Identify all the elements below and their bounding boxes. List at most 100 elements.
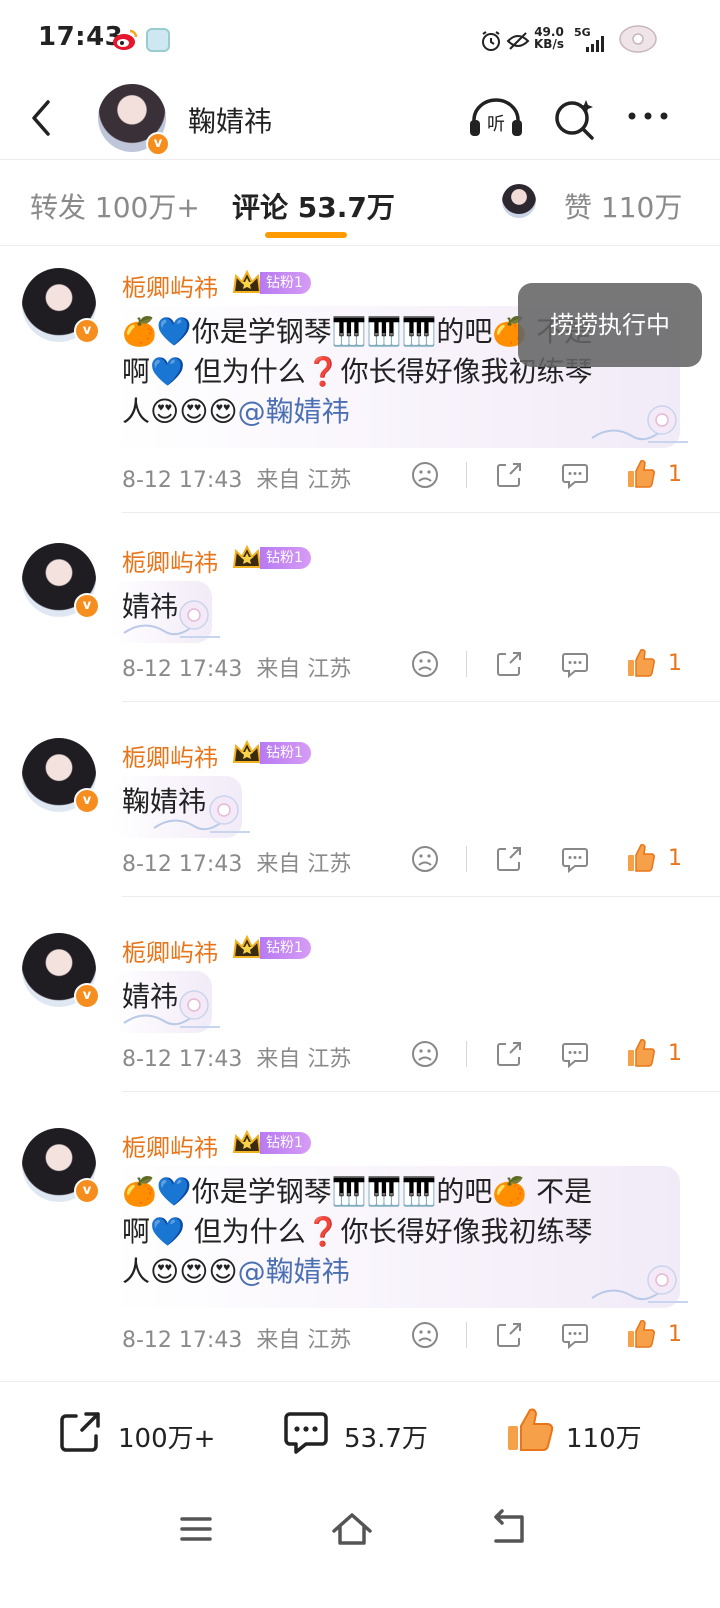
action-separator bbox=[466, 651, 467, 677]
bottom-action-bar: 100万+ 53.7万 110万 bbox=[0, 1381, 720, 1489]
repost-button[interactable]: 100万+ bbox=[56, 1408, 236, 1464]
search-sparkle-icon[interactable] bbox=[552, 96, 596, 140]
thumbs-up-icon[interactable] bbox=[626, 647, 656, 679]
comment-icon[interactable] bbox=[560, 1320, 590, 1350]
toast-message: 捞捞执行中 bbox=[518, 283, 702, 367]
eye-off-icon bbox=[506, 32, 530, 50]
author-avatar[interactable]: v bbox=[98, 84, 170, 156]
comment-text-line: 🍊💙你是学钢琴🎹🎹🎹的吧🍊 不是 bbox=[122, 1175, 593, 1208]
verified-badge-icon: v bbox=[146, 132, 170, 156]
headphones-icon[interactable]: 听 bbox=[468, 96, 524, 140]
crown-icon bbox=[232, 1129, 262, 1153]
thumbs-up-icon[interactable] bbox=[626, 458, 656, 490]
tab-repost[interactable]: 转发 100万+ bbox=[30, 186, 200, 226]
system-nav-bar bbox=[0, 1489, 720, 1608]
share-icon[interactable] bbox=[494, 1039, 524, 1069]
tab-comments[interactable]: 评论 53.7万 bbox=[232, 186, 395, 226]
comment-icon[interactable] bbox=[560, 844, 590, 874]
fan-level-badge: 钻粉1 bbox=[260, 272, 311, 294]
frown-icon[interactable] bbox=[410, 1039, 440, 1069]
status-time: 17:43 bbox=[38, 22, 124, 52]
share-icon[interactable] bbox=[494, 1320, 524, 1350]
comment-divider bbox=[122, 701, 720, 702]
commenter-avatar[interactable]: v bbox=[22, 543, 100, 619]
frown-icon[interactable] bbox=[410, 1320, 440, 1350]
comment-like-count: 1 bbox=[668, 462, 682, 487]
crown-icon bbox=[232, 934, 262, 958]
comment-button[interactable]: 53.7万 bbox=[282, 1408, 442, 1464]
comment-meta: 8-12 17:43 来自 江苏 bbox=[122, 462, 351, 494]
comment-text-line: 婧祎 bbox=[122, 980, 179, 1013]
verified-badge-icon: v bbox=[74, 1178, 100, 1204]
frown-icon[interactable] bbox=[410, 844, 440, 874]
comment-icon[interactable] bbox=[560, 1039, 590, 1069]
back-nav-icon[interactable] bbox=[486, 1509, 530, 1549]
comment-source: 来自 江苏 bbox=[256, 852, 352, 877]
commenter-name[interactable]: 栀卿屿祎 bbox=[122, 1128, 218, 1163]
menu-icon[interactable] bbox=[174, 1509, 218, 1549]
commenter-name[interactable]: 栀卿屿祎 bbox=[122, 543, 218, 578]
verified-badge-icon: v bbox=[74, 788, 100, 814]
comment-text-line: 人😍😍😍@鞠婧祎 bbox=[122, 1255, 350, 1288]
comment-source: 来自 江苏 bbox=[256, 1328, 352, 1353]
verified-badge-icon: v bbox=[74, 318, 100, 344]
commenter-name[interactable]: 栀卿屿祎 bbox=[122, 268, 218, 303]
like-count-total: 110万 bbox=[566, 1424, 642, 1454]
comment-source: 来自 江苏 bbox=[256, 1047, 352, 1072]
commenter-avatar[interactable]: v bbox=[22, 268, 100, 344]
signal-icon bbox=[586, 36, 604, 52]
thumbs-up-icon[interactable] bbox=[626, 1037, 656, 1069]
share-icon[interactable] bbox=[494, 460, 524, 490]
comment-icon[interactable] bbox=[560, 460, 590, 490]
mention-link[interactable]: @鞠婧祎 bbox=[238, 395, 350, 428]
share-icon[interactable] bbox=[494, 649, 524, 679]
comment-time: 8-12 17:43 bbox=[122, 852, 243, 877]
comment-text-line: 婧祎 bbox=[122, 590, 179, 623]
comment-like-count: 1 bbox=[668, 651, 682, 676]
thumbs-up-icon[interactable] bbox=[626, 1318, 656, 1350]
commenter-name[interactable]: 栀卿屿祎 bbox=[122, 738, 218, 773]
more-dots-icon[interactable] bbox=[626, 106, 670, 126]
comment-meta: 8-12 17:43 来自 江苏 bbox=[122, 1322, 351, 1354]
tab-likes[interactable]: 赞 110万 bbox=[564, 186, 682, 226]
app-notification-icon bbox=[146, 28, 170, 52]
status-bar: 17:43 49.0 KB/s 5G bbox=[0, 0, 720, 84]
top-header: v 鞠婧祎 听 bbox=[0, 84, 720, 160]
commenter-avatar[interactable]: v bbox=[22, 933, 100, 1009]
thumbs-up-icon bbox=[508, 1408, 554, 1451]
commenter-avatar[interactable]: v bbox=[22, 1128, 100, 1204]
back-icon[interactable] bbox=[22, 94, 62, 142]
fan-level-badge: 钻粉1 bbox=[260, 547, 311, 569]
action-separator bbox=[466, 1322, 467, 1348]
home-icon[interactable] bbox=[330, 1509, 374, 1549]
like-button[interactable]: 110万 bbox=[504, 1408, 664, 1464]
verified-badge-icon: v bbox=[74, 593, 100, 619]
frown-icon[interactable] bbox=[410, 649, 440, 679]
share-icon[interactable] bbox=[494, 844, 524, 874]
comment-icon[interactable] bbox=[560, 649, 590, 679]
action-separator bbox=[466, 462, 467, 488]
svg-text:听: 听 bbox=[487, 114, 505, 135]
crown-icon bbox=[232, 544, 262, 568]
comment-text-line: 人😍😍😍@鞠婧祎 bbox=[122, 395, 350, 428]
comment-meta: 8-12 17:43 来自 江苏 bbox=[122, 1041, 351, 1073]
page-title[interactable]: 鞠婧祎 bbox=[188, 100, 272, 140]
commenter-name[interactable]: 栀卿屿祎 bbox=[122, 933, 218, 968]
net-speed: 49.0 KB/s bbox=[534, 25, 564, 51]
comment-like-count: 1 bbox=[668, 1041, 682, 1066]
comment-time: 8-12 17:43 bbox=[122, 657, 243, 682]
share-icon bbox=[60, 1412, 100, 1452]
tab-bar: 转发 100万+ 评论 53.7万 赞 110万 bbox=[0, 160, 720, 246]
frown-icon[interactable] bbox=[410, 460, 440, 490]
action-separator bbox=[466, 846, 467, 872]
mention-link[interactable]: @鞠婧祎 bbox=[238, 1255, 350, 1288]
liker-avatar bbox=[502, 184, 536, 218]
comment-text-line: 啊💙 但为什么❓你长得好像我初练琴 bbox=[122, 1215, 593, 1248]
comment-source: 来自 江苏 bbox=[256, 468, 352, 493]
repost-count: 100万+ bbox=[118, 1424, 216, 1454]
comment-divider bbox=[122, 512, 720, 513]
comment-meta: 8-12 17:43 来自 江苏 bbox=[122, 651, 351, 683]
bubble-decoration-icon bbox=[591, 405, 688, 443]
thumbs-up-icon[interactable] bbox=[626, 842, 656, 874]
commenter-avatar[interactable]: v bbox=[22, 738, 100, 814]
